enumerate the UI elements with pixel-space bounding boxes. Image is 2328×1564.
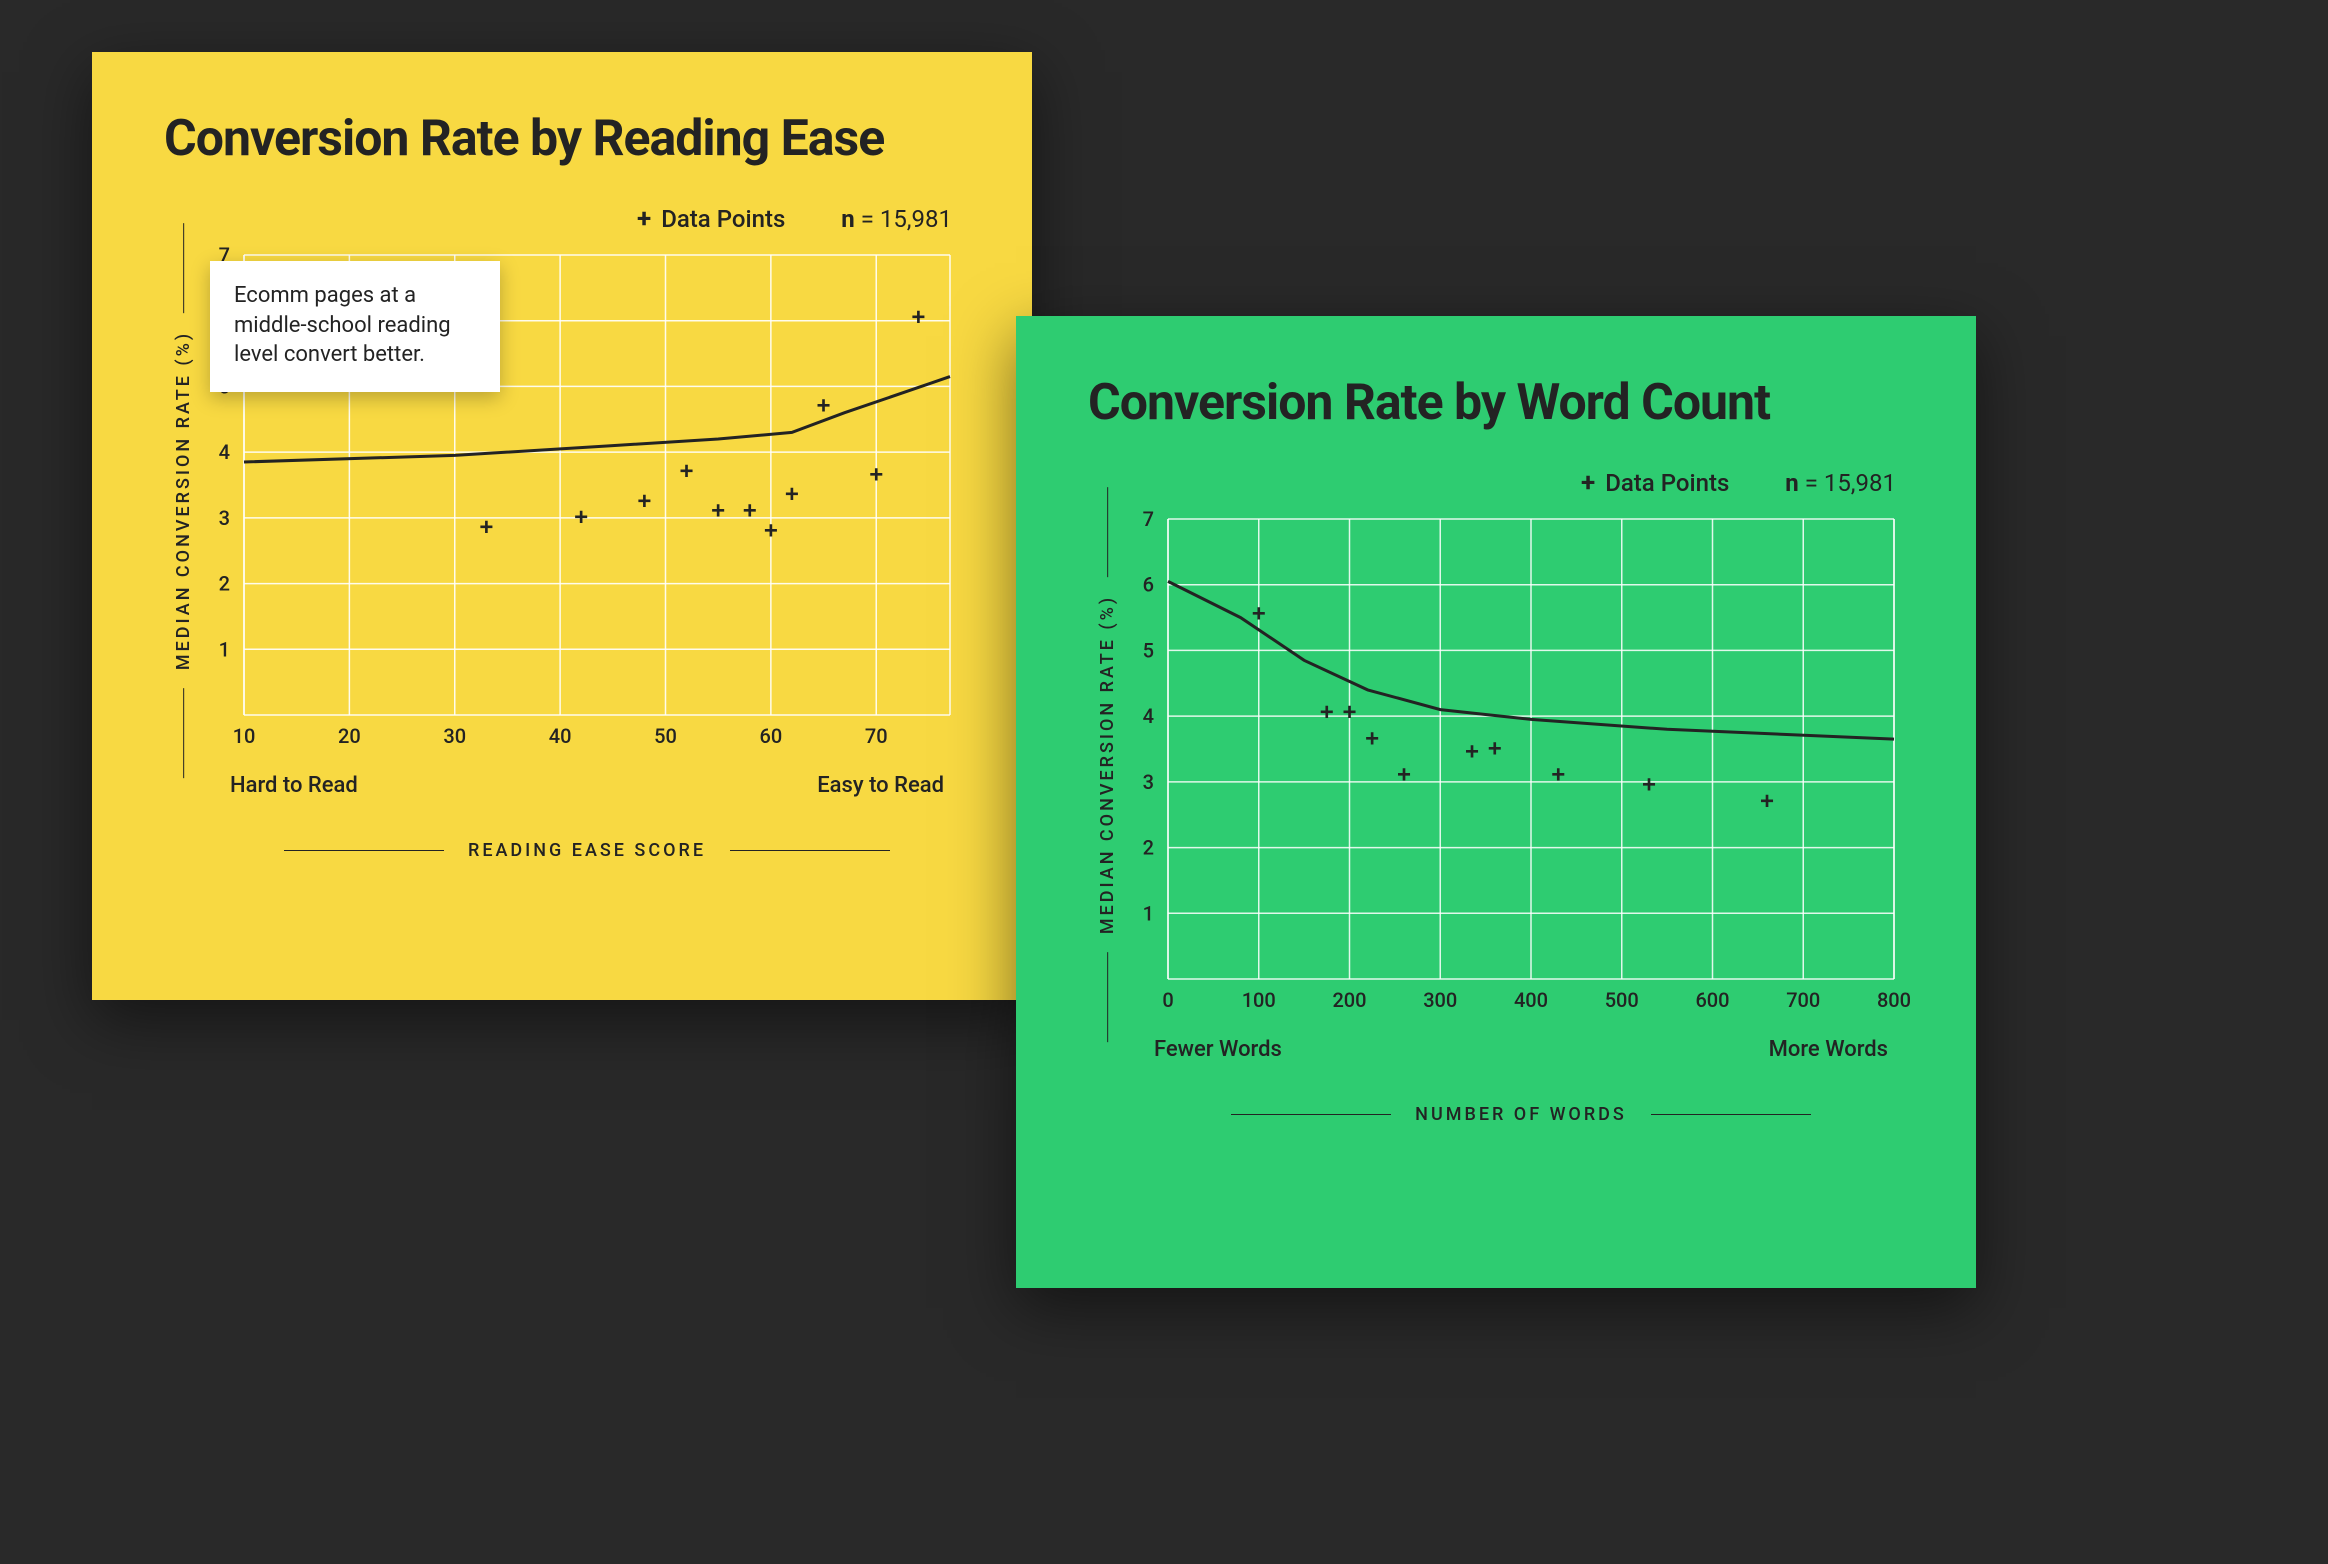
x-low-label: Fewer Words [1154,1037,1282,1062]
svg-text:3: 3 [219,506,230,530]
svg-text:6: 6 [1143,573,1154,597]
svg-text:200: 200 [1332,988,1366,1012]
svg-text:400: 400 [1514,988,1548,1012]
svg-text:+: + [1320,699,1334,726]
svg-text:7: 7 [1143,507,1154,531]
plus-icon: + [637,206,651,232]
svg-text:800: 800 [1877,988,1911,1012]
chart-plot-area: 123456710203040506070+++++++++++ Ecomm p… [204,245,960,755]
svg-text:3: 3 [1143,770,1154,794]
svg-text:10: 10 [233,724,256,748]
svg-text:600: 600 [1695,988,1729,1012]
chart-legend: + Data Points n = 15,981 [1088,469,1904,497]
chart-title: Conversion Rate by Word Count [1088,376,1904,431]
svg-text:2: 2 [219,572,230,596]
svg-text:4: 4 [219,440,230,464]
chart-plot-area: 12345670100200300400500600700800++++++++… [1128,509,1904,1019]
x-axis-description: Hard to Read Easy to Read [224,773,950,798]
y-axis-label: MEDIAN CONVERSION RATE (%) [1098,486,1119,1041]
svg-text:+: + [1365,725,1379,752]
svg-text:30: 30 [443,724,466,748]
callout-annotation: Ecomm pages at a middle-school reading l… [210,261,500,392]
svg-text:70: 70 [865,724,888,748]
svg-text:+: + [479,514,493,541]
svg-text:+: + [1252,601,1266,628]
svg-text:+: + [911,304,925,331]
x-low-label: Hard to Read [230,773,358,798]
svg-text:50: 50 [654,724,677,748]
svg-text:100: 100 [1242,988,1276,1012]
chart-card-reading-ease: Conversion Rate by Reading Ease + Data P… [92,52,1032,1000]
svg-text:1: 1 [1143,901,1154,925]
svg-text:+: + [785,481,799,508]
svg-text:1: 1 [219,637,230,661]
svg-text:+: + [743,498,757,525]
svg-text:+: + [1342,699,1356,726]
svg-text:+: + [1397,762,1411,789]
svg-text:+: + [574,504,588,531]
svg-text:+: + [637,488,651,515]
svg-text:4: 4 [1143,704,1154,728]
svg-text:+: + [1488,735,1502,762]
y-axis-label: MEDIAN CONVERSION RATE (%) [174,222,195,777]
svg-text:60: 60 [759,724,782,748]
legend-data-points: + Data Points [637,205,785,233]
svg-text:20: 20 [338,724,361,748]
plus-icon: + [1581,470,1595,496]
svg-text:0: 0 [1162,988,1173,1012]
svg-text:+: + [764,517,778,544]
svg-text:+: + [1465,739,1479,766]
svg-text:+: + [817,392,831,419]
x-high-label: More Words [1769,1037,1888,1062]
chart-legend: + Data Points n = 15,981 [164,205,960,233]
chart-title: Conversion Rate by Reading Ease [164,112,960,167]
chart-card-word-count: Conversion Rate by Word Count + Data Poi… [1016,316,1976,1288]
svg-text:2: 2 [1143,836,1154,860]
x-high-label: Easy to Read [817,773,944,798]
svg-text:+: + [869,461,883,488]
svg-text:+: + [680,458,694,485]
legend-label: Data Points [1605,469,1729,497]
x-axis-description: Fewer Words More Words [1148,1037,1894,1062]
x-axis-title: NUMBER OF WORDS [1148,1104,1894,1125]
legend-data-points: + Data Points [1581,469,1729,497]
svg-text:700: 700 [1786,988,1820,1012]
svg-text:+: + [1760,788,1774,815]
scatter-plot: 12345670100200300400500600700800++++++++… [1128,509,1904,1019]
sample-size: n = 15,981 [841,205,952,233]
sample-size: n = 15,981 [1785,469,1896,497]
svg-text:500: 500 [1605,988,1639,1012]
svg-text:+: + [1551,762,1565,789]
svg-text:40: 40 [549,724,572,748]
x-axis-title: READING EASE SCORE [224,840,950,861]
legend-label: Data Points [661,205,785,233]
svg-text:+: + [1642,771,1656,798]
svg-text:+: + [711,498,725,525]
svg-text:300: 300 [1423,988,1457,1012]
svg-text:5: 5 [1143,638,1154,662]
